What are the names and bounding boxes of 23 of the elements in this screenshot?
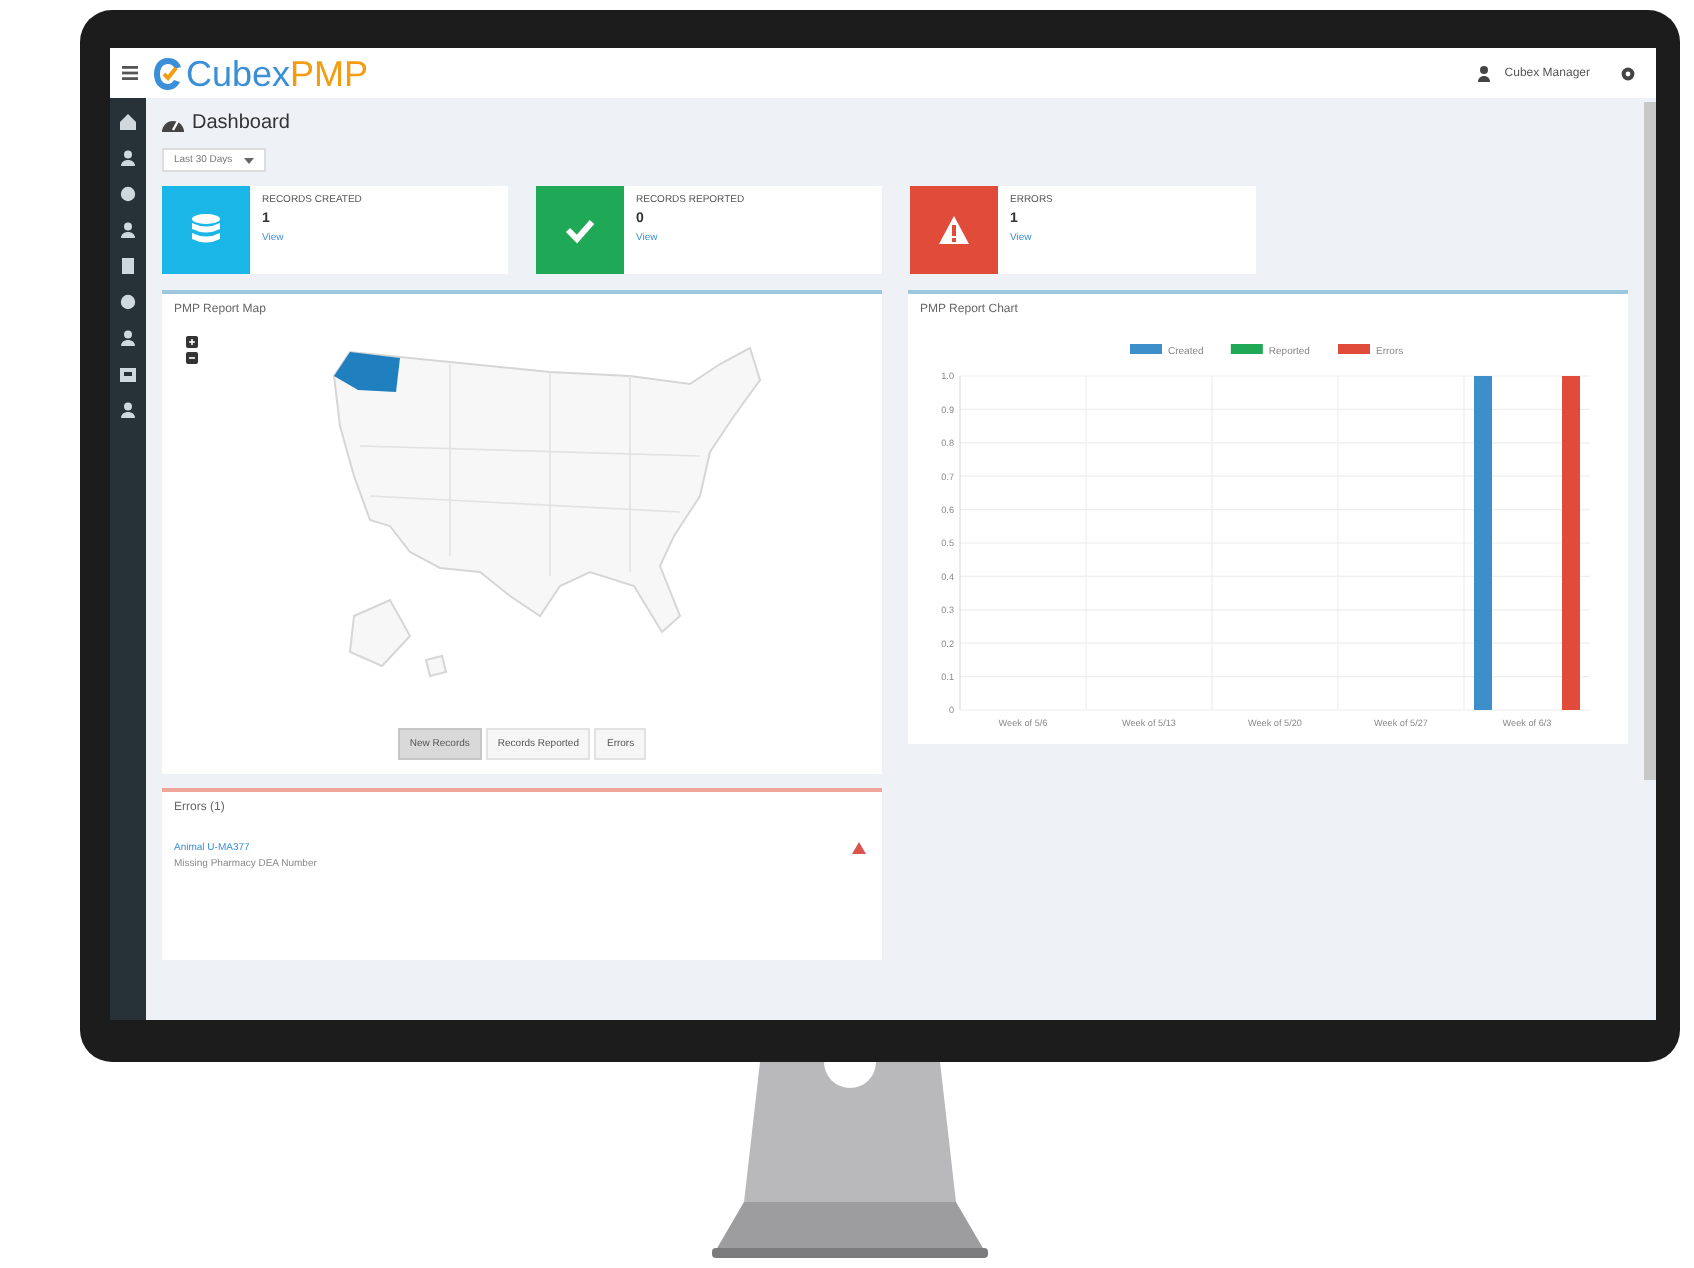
globe-icon[interactable] [120, 186, 136, 202]
logo-icon [152, 55, 184, 91]
document-icon[interactable] [120, 258, 136, 274]
scrollbar[interactable] [1644, 102, 1656, 780]
person-icon [1478, 65, 1491, 81]
globe-icon[interactable] [120, 294, 136, 310]
person-icon[interactable] [120, 330, 136, 346]
zoom-in-icon[interactable] [186, 336, 198, 348]
menu-icon[interactable] [122, 66, 138, 80]
home-icon[interactable] [120, 114, 136, 130]
inbox-icon[interactable] [120, 366, 136, 382]
checkmark-icon [564, 214, 596, 246]
zoom-out-icon[interactable] [186, 352, 198, 364]
warning-icon [938, 214, 970, 246]
page-title: Dashboard [192, 111, 290, 133]
person-icon[interactable] [120, 402, 136, 418]
settings-icon[interactable] [1620, 65, 1636, 81]
caret-icon[interactable] [244, 157, 255, 163]
warning-icon [852, 842, 866, 854]
logo-text: CubexPMP [186, 53, 369, 93]
person-icon[interactable] [120, 150, 136, 166]
database-icon [190, 214, 222, 246]
person-icon[interactable] [120, 222, 136, 238]
